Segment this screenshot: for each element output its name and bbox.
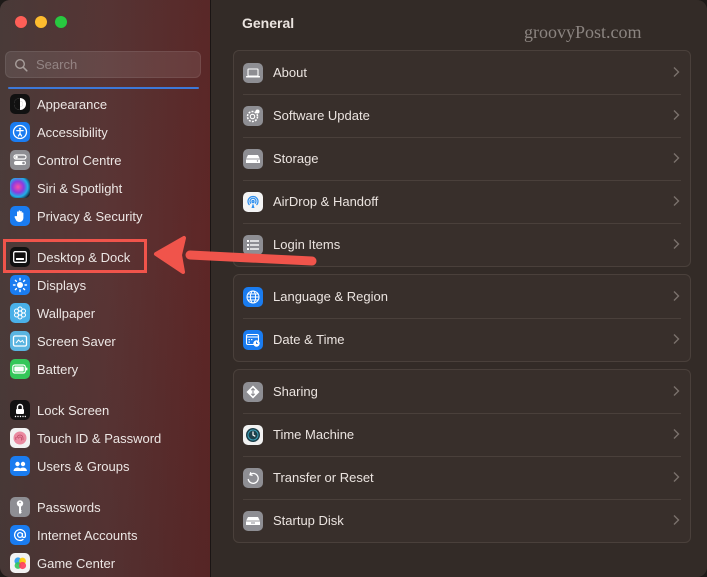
sidebar-item-privacy-security[interactable]: Privacy & Security — [10, 204, 205, 228]
sidebar-item-users-groups[interactable]: Users & Groups — [10, 454, 205, 478]
chevron-right-icon — [673, 386, 680, 396]
chevron-right-icon — [673, 67, 680, 77]
appearance-icon — [10, 94, 30, 114]
key-icon — [10, 497, 30, 517]
chevron-right-icon — [673, 239, 680, 249]
settings-row-software-update[interactable]: Software Update — [234, 94, 690, 137]
hand-icon — [10, 206, 30, 226]
chevron-right-icon — [673, 153, 680, 163]
chevron-right-icon — [673, 515, 680, 525]
sidebar-item-passwords[interactable]: Passwords — [10, 495, 205, 519]
sidebar-item-battery[interactable]: Battery — [10, 357, 205, 381]
chevron-right-icon — [673, 110, 680, 120]
siri-icon — [10, 178, 30, 198]
maximize-button[interactable] — [55, 16, 67, 28]
fingerprint-icon — [10, 428, 30, 448]
settings-row-storage[interactable]: Storage — [234, 137, 690, 180]
disk-icon — [243, 510, 263, 531]
search-icon — [14, 58, 28, 72]
sidebar-item-accessibility[interactable]: Accessibility — [10, 120, 205, 144]
list-icon — [243, 234, 263, 255]
search-input[interactable] — [36, 57, 186, 72]
screen-saver-icon — [10, 331, 30, 351]
chevron-right-icon — [673, 429, 680, 439]
sidebar-item-internet-accounts[interactable]: Internet Accounts — [10, 523, 205, 547]
search-field[interactable] — [5, 51, 201, 78]
at-icon — [10, 525, 30, 545]
lock-icon — [10, 400, 30, 420]
drive-icon — [243, 148, 263, 169]
chevron-right-icon — [673, 472, 680, 482]
sidebar-item-lock-screen[interactable]: Lock Screen — [10, 398, 205, 422]
sidebar-item-touch-id-password[interactable]: Touch ID & Password — [10, 426, 205, 450]
sidebar-item-wallpaper[interactable]: Wallpaper — [10, 301, 205, 325]
close-button[interactable] — [15, 16, 27, 28]
sun-icon — [10, 275, 30, 295]
sidebar: Appearance Accessibility Control Centre … — [0, 0, 211, 577]
settings-row-language-region[interactable]: Language & Region — [234, 275, 690, 318]
chevron-right-icon — [673, 334, 680, 344]
calendar-clock-icon — [243, 329, 263, 350]
chevron-right-icon — [673, 196, 680, 206]
minimize-button[interactable] — [35, 16, 47, 28]
scroll-edge-indicator — [8, 87, 199, 89]
sidebar-item-control-centre[interactable]: Control Centre — [10, 148, 205, 172]
settings-row-sharing[interactable]: Sharing — [234, 370, 690, 413]
settings-row-date-time[interactable]: Date & Time — [234, 318, 690, 361]
settings-row-about[interactable]: About — [234, 51, 690, 94]
control-centre-icon — [10, 150, 30, 170]
gear-badge-icon — [243, 105, 263, 126]
settings-group-general: About Software Update Storage AirDrop & … — [233, 50, 691, 267]
battery-icon — [10, 359, 30, 379]
sidebar-item-screen-saver[interactable]: Screen Saver — [10, 329, 205, 353]
time-machine-icon — [243, 424, 263, 445]
settings-row-time-machine[interactable]: Time Machine — [234, 413, 690, 456]
main-pane: General groovyPost.com About Software Up… — [212, 0, 707, 577]
users-icon — [10, 456, 30, 476]
traffic-lights — [15, 16, 67, 28]
page-title: General — [242, 15, 295, 31]
wallpaper-icon — [10, 303, 30, 323]
reset-icon — [243, 467, 263, 488]
sidebar-item-displays[interactable]: Displays — [10, 273, 205, 297]
settings-row-airdrop-handoff[interactable]: AirDrop & Handoff — [234, 180, 690, 223]
watermark: groovyPost.com — [524, 22, 642, 42]
settings-row-login-items[interactable]: Login Items — [234, 223, 690, 266]
dock-icon — [10, 247, 30, 267]
sidebar-item-desktop-dock[interactable]: Desktop & Dock — [10, 245, 205, 269]
accessibility-icon — [10, 122, 30, 142]
globe-icon — [243, 286, 263, 307]
chevron-right-icon — [673, 291, 680, 301]
settings-group-locale: Language & Region Date & Time — [233, 274, 691, 362]
sidebar-item-appearance[interactable]: Appearance — [10, 92, 205, 116]
system-settings-window: Appearance Accessibility Control Centre … — [0, 0, 707, 577]
sharing-icon — [243, 381, 263, 402]
laptop-icon — [243, 62, 263, 83]
game-center-icon — [10, 553, 30, 573]
sidebar-item-siri-spotlight[interactable]: Siri & Spotlight — [10, 176, 205, 200]
settings-row-startup-disk[interactable]: Startup Disk — [234, 499, 690, 542]
sidebar-item-game-center[interactable]: Game Center — [10, 551, 205, 575]
settings-group-system: Sharing Time Machine Transfer or Reset S… — [233, 369, 691, 543]
airdrop-icon — [243, 191, 263, 212]
settings-row-transfer-reset[interactable]: Transfer or Reset — [234, 456, 690, 499]
